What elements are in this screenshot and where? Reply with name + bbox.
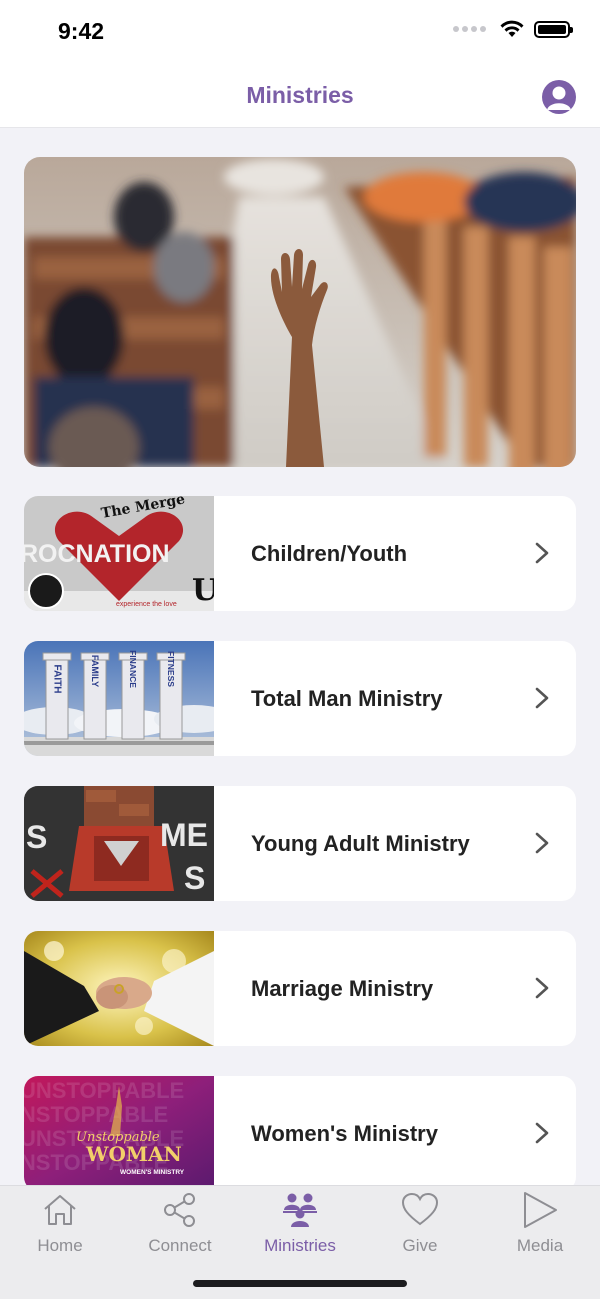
tab-label: Home [37,1236,83,1255]
marriage-thumbnail [24,931,214,1046]
tab-connect[interactable]: Connect [120,1190,240,1256]
thumb-text-s-left: S [26,819,47,855]
ministry-label: Children/Youth [251,540,408,566]
ministry-card-children-youth[interactable]: The Merge ROCNATION experience the love … [24,496,576,611]
profile-button[interactable] [542,80,576,114]
signal-icon [453,26,486,32]
pillar-text-family: FAMILY [90,655,100,687]
wifi-icon [500,20,524,37]
battery-icon [534,20,573,38]
user-icon [547,86,571,110]
ministry-label: Young Adult Ministry [251,830,470,856]
ministry-card-womens[interactable]: UNSTOPPABLE UNSTOPPABLE UNSTOPPABLE UNST… [24,1076,576,1191]
thumb-text-tagline: experience the love [116,601,177,608]
hero-image [24,157,576,467]
tab-label: Media [516,1236,564,1255]
svg-text:UNSTOPPABLE: UNSTOPPABLE [24,1102,168,1127]
share-icon [164,1193,195,1227]
tab-media[interactable]: Media [480,1190,600,1256]
young-adult-thumbnail: ME S S [24,786,214,901]
thumb-text-me: ME [160,817,208,853]
nav-bar: Ministries [0,64,600,128]
home-icon [44,1195,76,1225]
chevron-right-icon [535,542,549,564]
chevron-right-icon [535,977,549,999]
tab-ministries[interactable]: Ministries [240,1190,360,1256]
tab-give[interactable]: Give [360,1190,480,1256]
ministry-card-marriage[interactable]: Marriage Ministry [24,931,576,1046]
svg-text:UNSTOPPABLE: UNSTOPPABLE [24,1078,184,1103]
ministry-list: The Merge ROCNATION experience the love … [24,496,576,1221]
chevron-right-icon [535,832,549,854]
svg-text:U: U [192,573,214,608]
pillar-text-finance: FINANCE [128,650,138,688]
tab-label: Give [402,1236,438,1255]
thumb-text-rocnation: ROCNATION [24,540,170,568]
ministry-card-young-adult[interactable]: ME S S Young Adult Ministry [24,786,576,901]
ministry-label: Marriage Ministry [251,975,434,1001]
children-youth-thumbnail: The Merge ROCNATION experience the love … [24,496,214,611]
status-icons [453,20,573,38]
tab-home[interactable]: Home [0,1190,120,1256]
total-man-thumbnail: FAITH FAMILY FINANCE FITNESS [24,641,214,756]
chevron-right-icon [535,1122,549,1144]
heart-icon [401,1192,439,1226]
ministry-card-total-man[interactable]: FAITH FAMILY FINANCE FITNESS Total Man M… [24,641,576,756]
ministry-label: Total Man Ministry [251,685,443,711]
ministry-label: Women's Ministry [251,1120,438,1146]
pillar-text-faith: FAITH [52,665,63,694]
chevron-right-icon [535,687,549,709]
status-time: 9:42 [58,18,105,44]
thumb-text-woman: WOMAN [85,1142,182,1166]
people-icon [283,1193,317,1227]
home-indicator [193,1280,407,1287]
tab-label: Ministries [264,1236,336,1255]
page-title: Ministries [246,82,354,108]
tab-label: Connect [148,1236,212,1255]
play-icon [524,1192,557,1228]
thumb-text-womens-ministry: WOMEN'S MINISTRY [120,1169,185,1176]
status-bar: 9:42 [0,0,600,64]
pillar-text-fitness: FITNESS [166,651,176,687]
thumb-text-s-right: S [184,860,205,896]
womens-thumbnail: UNSTOPPABLE UNSTOPPABLE UNSTOPPABLE UNST… [24,1076,214,1191]
